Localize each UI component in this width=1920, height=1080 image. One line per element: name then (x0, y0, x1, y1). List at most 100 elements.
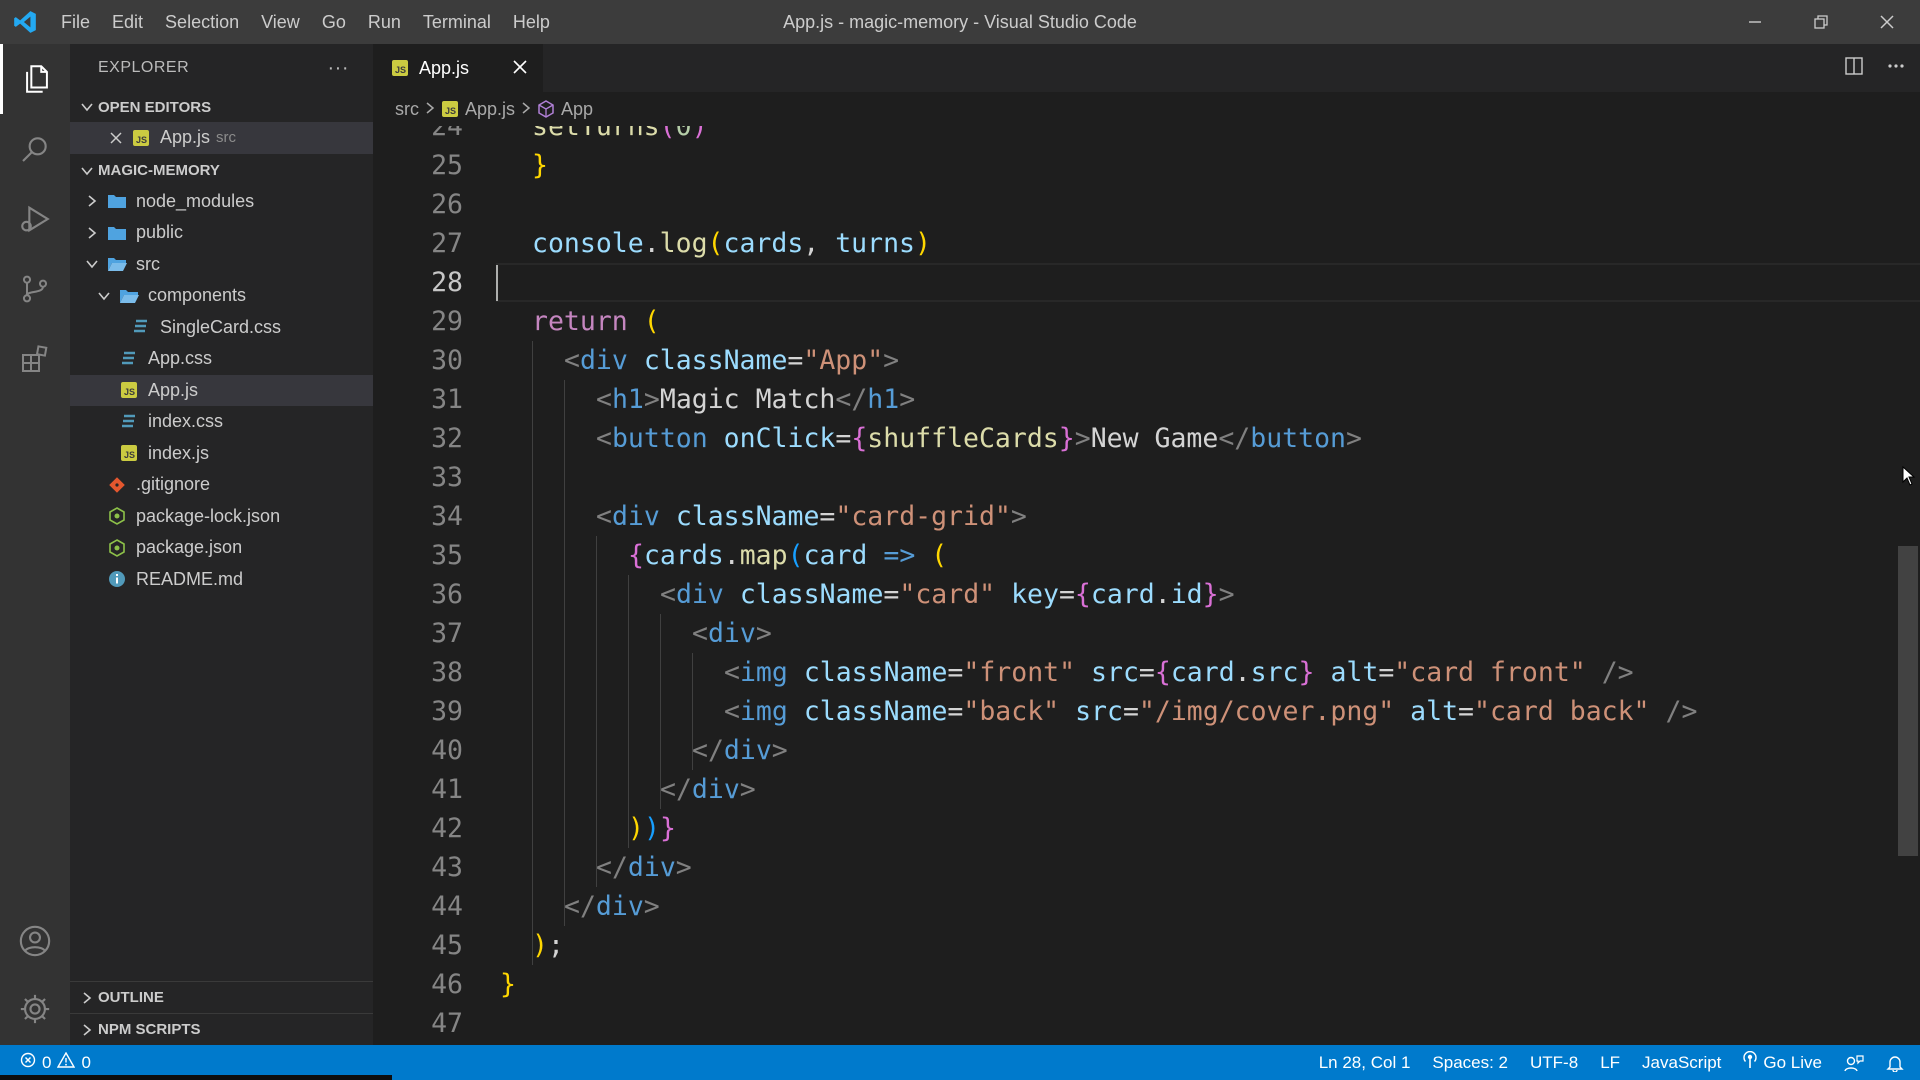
npm-scripts-title: NPM SCRIPTS (98, 1021, 201, 1038)
code-token: alt (1330, 657, 1379, 688)
npm-scripts-section[interactable]: NPM SCRIPTS (70, 1013, 373, 1045)
menu-terminal[interactable]: Terminal (412, 0, 502, 44)
code-line[interactable]: 31 <h1>Magic Match</h1> (373, 380, 1920, 419)
open-editor-item[interactable]: JS App.js src (70, 122, 373, 154)
editor-scrollbar[interactable] (1898, 126, 1920, 1045)
tree-file-app-js[interactable]: JS App.js (70, 374, 373, 406)
code-line[interactable]: 42))} (373, 809, 1920, 848)
editor-tab-bar: JS App.js (373, 44, 1920, 92)
tab-app-js[interactable]: JS App.js (373, 44, 543, 92)
menu-edit[interactable]: Edit (101, 0, 154, 44)
close-editor-icon[interactable] (106, 131, 126, 145)
code-token: ( (931, 540, 948, 571)
svg-text:JS: JS (124, 387, 135, 397)
code-line[interactable]: 41 </div> (373, 770, 1920, 809)
menu-go[interactable]: Go (311, 0, 357, 44)
code-line[interactable]: 36 <div className="card" key={card.id}> (373, 575, 1920, 614)
code-line[interactable]: 27 console.log(cards, turns) (373, 224, 1920, 263)
code-line[interactable]: 28 (373, 263, 1920, 302)
tree-file-index-js[interactable]: JS index.js (70, 438, 373, 470)
code-token: "front" (963, 657, 1076, 688)
tree-file-readme[interactable]: README.md (70, 564, 373, 596)
code-line[interactable]: 38 <img className="front" src={card.src} … (373, 653, 1920, 692)
code-line[interactable]: 34 <div className="card-grid"> (373, 497, 1920, 536)
code-line[interactable]: 26 (373, 185, 1920, 224)
code-line[interactable]: 39 <img className="back" src="/img/cover.… (373, 692, 1920, 731)
settings-gear-icon[interactable] (0, 974, 70, 1044)
tree-folder-node-modules[interactable]: node_modules (70, 186, 373, 218)
menu-bar: File Edit Selection View Go Run Terminal… (50, 0, 561, 44)
code-line[interactable]: 46} (373, 965, 1920, 1004)
outline-section[interactable]: OUTLINE (70, 981, 373, 1013)
tree-folder-public[interactable]: public (70, 217, 373, 249)
tree-file-gitignore[interactable]: .gitignore (70, 469, 373, 501)
code-line[interactable]: 45); (373, 926, 1920, 965)
code-line[interactable]: 29 return ( (373, 302, 1920, 341)
menu-file[interactable]: File (50, 0, 101, 44)
code-line[interactable]: 44 </div> (373, 887, 1920, 926)
menu-view[interactable]: View (250, 0, 311, 44)
split-editor-icon[interactable] (1844, 56, 1864, 81)
run-debug-icon[interactable] (0, 184, 70, 254)
code-line[interactable]: 37 <div> (373, 614, 1920, 653)
source-control-icon[interactable] (0, 254, 70, 324)
code-text: ); (532, 926, 564, 965)
code-line[interactable]: 47 (373, 1004, 1920, 1043)
code-editor[interactable]: 24 setTurns(0) 25} 26 27 console.log(cards, t… (373, 126, 1920, 1045)
language-mode[interactable]: JavaScript (1631, 1053, 1732, 1073)
code-text: <button onClick={shuffleCards}>New Game<… (596, 419, 1362, 458)
code-line[interactable]: 33 (373, 458, 1920, 497)
code-line[interactable]: 25} (373, 146, 1920, 185)
explorer-icon[interactable] (0, 44, 70, 114)
tree-folder-src[interactable]: src (70, 249, 373, 281)
more-actions-icon[interactable]: ··· (328, 57, 349, 80)
minimize-icon[interactable] (1722, 0, 1788, 44)
code-line[interactable]: 32 <button onClick={shuffleCards}>New Gam… (373, 419, 1920, 458)
code-token: ( (643, 306, 660, 337)
restore-icon[interactable] (1788, 0, 1854, 44)
code-line[interactable]: 43 </div> (373, 848, 1920, 887)
end-of-line[interactable]: LF (1589, 1053, 1631, 1073)
tree-label: public (136, 222, 184, 243)
scrollbar-thumb[interactable] (1898, 546, 1918, 856)
code-line[interactable]: 30 <div className="App"> (373, 341, 1920, 380)
extensions-icon[interactable] (0, 324, 70, 394)
folder-section[interactable]: MAGIC-MEMORY (70, 156, 373, 186)
code-token: ) (914, 228, 931, 259)
tree-folder-components[interactable]: components (70, 280, 373, 312)
problems-indicator[interactable]: 0 0 (0, 1051, 91, 1073)
code-token: "back" (963, 696, 1060, 727)
js-file-icon: JS (130, 129, 152, 147)
feedback-icon[interactable] (1833, 1054, 1875, 1072)
tab-close-icon[interactable] (511, 58, 529, 81)
notifications-bell-icon[interactable] (1875, 1054, 1920, 1072)
encoding[interactable]: UTF-8 (1519, 1053, 1589, 1073)
indentation[interactable]: Spaces: 2 (1421, 1053, 1519, 1073)
code-line[interactable]: 35 {cards.map(card => ( (373, 536, 1920, 575)
breadcrumb-symbol[interactable]: App (561, 99, 593, 120)
open-editors-section[interactable]: OPEN EDITORS (70, 92, 373, 122)
menu-selection[interactable]: Selection (154, 0, 250, 44)
more-actions-icon[interactable] (1886, 56, 1906, 81)
code-token: > (883, 345, 900, 376)
search-icon[interactable] (0, 114, 70, 184)
tree-file-index-css[interactable]: index.css (70, 406, 373, 438)
go-live-button[interactable]: Go Live (1732, 1050, 1833, 1074)
account-icon[interactable] (0, 906, 70, 976)
tree-file-package-json[interactable]: package.json (70, 532, 373, 564)
tree-file-package-lock[interactable]: package-lock.json (70, 501, 373, 533)
menu-run[interactable]: Run (357, 0, 412, 44)
breadcrumb-file[interactable]: App.js (465, 99, 515, 120)
cursor-position[interactable]: Ln 28, Col 1 (1308, 1053, 1422, 1073)
close-icon[interactable] (1854, 0, 1920, 44)
tree-file-singlecard-css[interactable]: SingleCard.css (70, 312, 373, 344)
tree-file-app-css[interactable]: App.css (70, 343, 373, 375)
error-count: 0 (42, 1052, 52, 1072)
breadcrumb-folder[interactable]: src (395, 99, 419, 120)
menu-help[interactable]: Help (502, 0, 561, 44)
code-line[interactable]: 40 </div> (373, 731, 1920, 770)
code-line[interactable]: 24 setTurns(0) (373, 126, 1920, 146)
